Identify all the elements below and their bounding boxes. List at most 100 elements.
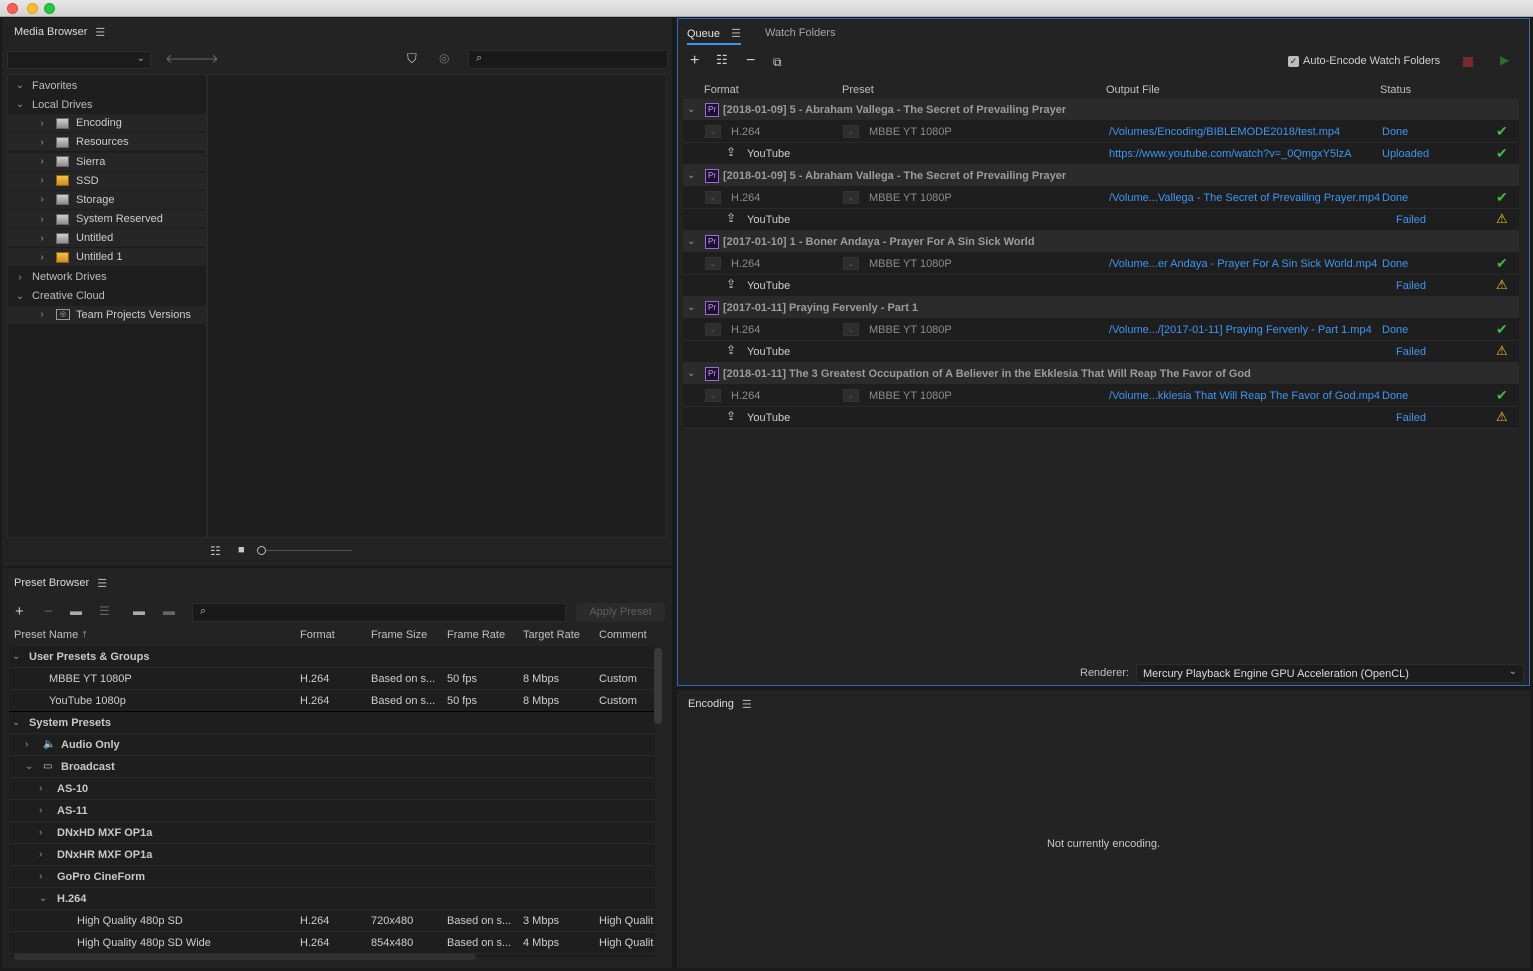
chevron-right-icon[interactable]: › [36,233,48,244]
chevron-down-icon[interactable]: ⌄ [25,761,33,772]
duplicate-icon[interactable]: ⧉ [773,55,782,70]
queue-column-format[interactable]: Format [704,84,739,96]
preset-column-frame-rate[interactable]: Frame Rate [447,629,505,641]
preset-search-input[interactable]: ⌕ [192,603,566,622]
preset-row[interactable]: › DNxHD MXF OP1a [9,822,655,844]
chevron-down-icon[interactable]: ⌄ [39,893,47,904]
chevron-right-icon[interactable]: › [36,175,48,186]
queue-output-row[interactable]: ⌄ H.264 ⌄ MBBE YT 1080P/Volumes/Encoding/BI… [683,121,1519,143]
media-tree-item[interactable]: › System Reserved [8,210,206,230]
zoom-slider[interactable] [257,546,352,555]
output-file-link[interactable]: /Volumes/Encoding/BIBLEMODE2018/test.mp4 [1109,126,1340,138]
preset-column-format[interactable]: Format [300,629,335,641]
preset-row[interactable]: › AS-11 [9,800,655,822]
preset-column-target-rate[interactable]: Target Rate [523,629,580,641]
new-preset-icon[interactable]: + [15,603,24,620]
chevron-right-icon[interactable]: › [36,118,48,129]
media-tree-item[interactable]: ⌄ Creative Cloud [8,287,206,306]
queue-publish-row[interactable]: ⇪ YouTube Failed ⚠ [683,209,1519,231]
preset-row[interactable]: MBBE YT 1080P H.264 Based on s... 50 fps 8 M… [9,668,655,690]
chevron-right-icon[interactable]: › [39,871,42,882]
close-window-button[interactable] [7,3,18,14]
preset-row[interactable]: High Quality 480p SD Wide H.264 854x480 Bas… [9,932,655,954]
output-file-link[interactable]: /Volume...er Andaya - Prayer For A Sin S… [1109,258,1377,270]
format-dropdown[interactable]: ⌄ [705,389,721,402]
preset-dropdown[interactable]: ⌄ [843,257,859,270]
chevron-right-icon[interactable]: › [39,849,42,860]
chevron-down-icon[interactable]: ⌄ [12,717,20,728]
preset-row[interactable]: High Quality 480p SD H.264 720x480 Based on… [9,910,655,932]
preset-row[interactable]: › DNxHR MXF OP1a [9,844,655,866]
youtube-url-link[interactable]: https://www.youtube.com/watch?v=_0QmgxY5… [1109,148,1351,160]
media-tree-item[interactable]: › Storage [8,190,206,210]
output-file-link[interactable]: /Volume...Vallega - The Secret of Prevai… [1109,192,1380,204]
media-tree-item[interactable]: › Untitled [8,229,206,249]
preset-row[interactable]: › AS-10 [9,778,655,800]
queue-source-row[interactable]: ⌄ Pr [2018-01-09] 5 - Abraham Vallega - Th… [683,99,1519,121]
preset-column-frame-size[interactable]: Frame Size [371,629,427,641]
chevron-right-icon[interactable]: › [36,156,48,167]
queue-output-row[interactable]: ⌄ H.264 ⌄ MBBE YT 1080P/Volume...kklesia Th… [683,385,1519,407]
preset-row[interactable]: ⌄ ▭ Broadcast [9,756,655,778]
list-view-icon[interactable]: ☷ [210,544,221,558]
start-queue-button[interactable]: ▶ [1500,53,1509,67]
zoom-window-button[interactable] [44,3,55,14]
auto-encode-checkbox[interactable]: ✓ [1288,56,1299,67]
panel-menu-icon[interactable]: ☰ [742,698,752,711]
panel-menu-icon[interactable]: ☰ [95,26,105,39]
view-toggle-icon[interactable]: ◎ [439,51,449,65]
chevron-down-icon[interactable]: ⌄ [687,170,695,181]
preset-dropdown[interactable]: ⌄ [843,389,859,402]
chevron-right-icon[interactable]: › [36,252,48,263]
chevron-right-icon[interactable]: › [25,739,28,750]
media-tree-item[interactable]: › Encoding [8,114,206,134]
media-tree-item[interactable]: › SSD [8,171,206,191]
queue-publish-row[interactable]: ⇪ YouTube Failed ⚠ [683,341,1519,363]
queue-source-row[interactable]: ⌄ Pr [2018-01-11] The 3 Greatest Occupatio… [683,363,1519,385]
media-tree-item[interactable]: ⌄ Local Drives [8,95,206,114]
chevron-right-icon[interactable]: › [39,827,42,838]
preset-h-scrollbar[interactable] [14,954,476,960]
chevron-right-icon[interactable]: › [36,194,48,205]
filter-icon[interactable]: ⛉ [407,51,417,67]
chevron-right-icon[interactable]: › [14,272,26,283]
format-dropdown[interactable]: ⌄ [705,125,721,138]
icon-view-icon[interactable]: ■ [238,544,245,556]
format-dropdown[interactable]: ⌄ [705,323,721,336]
zoom-slider-handle[interactable] [257,546,266,555]
preset-row[interactable]: › 🔈 Audio Only [9,734,655,756]
media-tree-item[interactable]: ⌄ Favorites [8,76,206,95]
output-file-link[interactable]: /Volume...kklesia That Will Reap The Fav… [1109,390,1380,402]
queue-source-row[interactable]: ⌄ Pr [2017-01-10] 1 - Boner Andaya - Praye… [683,231,1519,253]
preset-scrollbar[interactable] [654,648,662,724]
remove-item-icon[interactable]: − [746,52,755,70]
preset-column-comment[interactable]: Comment [599,629,647,641]
panel-menu-icon[interactable]: ☰ [731,28,741,40]
chevron-down-icon[interactable]: ⌄ [14,80,26,91]
queue-source-row[interactable]: ⌄ Pr [2017-01-11] Praying Fervenly - Part … [683,297,1519,319]
output-file-link[interactable]: /Volume.../[2017-01-11] Praying Fervenly… [1109,324,1372,336]
queue-source-row[interactable]: ⌄ Pr [2018-01-09] 5 - Abraham Vallega - Th… [683,165,1519,187]
minimize-window-button[interactable] [27,3,38,14]
chevron-down-icon[interactable]: ⌄ [687,302,695,313]
chevron-down-icon[interactable]: ⌄ [687,236,695,247]
chevron-down-icon[interactable]: ⌄ [14,99,26,110]
location-dropdown[interactable]: ⌄ [7,51,151,69]
preset-dropdown[interactable]: ⌄ [843,323,859,336]
chevron-down-icon[interactable]: ⌄ [687,104,695,115]
chevron-down-icon[interactable]: ⌄ [687,368,695,379]
media-tree-item[interactable]: › Network Drives [8,268,206,287]
format-dropdown[interactable]: ⌄ [705,257,721,270]
queue-publish-row[interactable]: ⇪ YouTube https://www.youtube.com/watch?v=… [683,143,1519,165]
add-source-icon[interactable]: + [690,52,699,70]
queue-output-row[interactable]: ⌄ H.264 ⌄ MBBE YT 1080P/Volume...er Andaya … [683,253,1519,275]
chevron-right-icon[interactable]: › [36,309,48,320]
media-search-input[interactable]: ⌕ [468,50,668,69]
forward-arrow-icon[interactable]: 🡒 [184,51,219,67]
sort-ascending-icon[interactable]: ↑ [82,628,88,640]
media-tree-item[interactable]: › Untitled 1 [8,248,206,268]
preset-row[interactable]: YouTube 1080p H.264 Based on s... 50 fps 8 M… [9,690,655,712]
tab-watch-folders[interactable]: Watch Folders [765,27,836,39]
chevron-right-icon[interactable]: › [36,214,48,225]
preset-column-preset-name[interactable]: Preset Name [14,629,78,641]
